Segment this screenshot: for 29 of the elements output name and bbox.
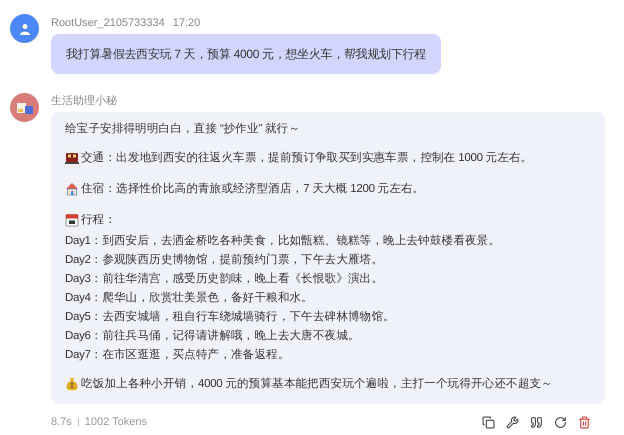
itinerary-line: Day5：去西安城墙，租自行车绕城墙骑行，下午去碑林博物馆。 — [65, 310, 396, 325]
regenerate-icon[interactable] — [554, 416, 567, 429]
message-text: 交通：出发地到西安的往返火车票，提前预订争取买到实惠车票，控制在 1000 元左右。 — [81, 150, 532, 166]
user-name: RootUser_2105733334 — [51, 16, 165, 31]
message-text: 住宿：选择性价比高的青旅或经济型酒店，7 天大概 1200 元左右。 — [81, 181, 424, 197]
section-heading: 行程： — [81, 213, 116, 228]
copy-icon[interactable] — [482, 416, 495, 429]
itinerary-line: Day2：参观陕西历史博物馆，提前预约门票，下午去大雁塔。 — [65, 252, 384, 268]
assistant-name: 生活助理小秘 — [51, 94, 118, 109]
money-bag-icon — [65, 377, 79, 391]
person-icon — [18, 22, 30, 34]
calendar-icon — [65, 213, 79, 227]
message-text: 吃饭加上各种小开销，4000 元的预算基本能把西安玩个遍啦，主打一个玩得开心还不超支～ — [81, 376, 553, 392]
wrench-icon[interactable] — [506, 416, 519, 429]
quote-icon[interactable] — [530, 416, 543, 429]
message-text: 给宝子安排得明明白白，直接 “抄作业” 就行～ — [65, 121, 302, 137]
dashboard-icon — [16, 100, 32, 114]
itinerary-line: Day3：前往华清宫，感受历史韵味，晚上看《长恨歌》演出。 — [65, 271, 384, 287]
itinerary-line: Day6：前往兵马俑，记得请讲解哦，晚上去大唐不夜城。 — [65, 328, 361, 344]
train-icon — [65, 151, 79, 165]
house-icon — [65, 182, 79, 196]
message-time: 17:20 — [172, 16, 200, 31]
itinerary-line: Day1：到西安后，去洒金桥吃各种美食，比如甑糕、镜糕等，晚上去钟鼓楼看夜景。 — [65, 233, 502, 249]
delete-icon[interactable] — [578, 416, 591, 429]
user-message-bubble: 我打算暑假去西安玩 7 天，预算 4000 元，想坐火车，帮我规划下行程 — [51, 34, 441, 74]
token-count: 1002 Tokens — [84, 415, 147, 430]
response-time: 8.7s — [51, 415, 72, 430]
itinerary-line: Day4：爬华山，欣赏壮美景色，备好干粮和水。 — [65, 290, 314, 306]
itinerary-line: Day7：在市区逛逛，买点特产，准备返程。 — [65, 347, 291, 363]
